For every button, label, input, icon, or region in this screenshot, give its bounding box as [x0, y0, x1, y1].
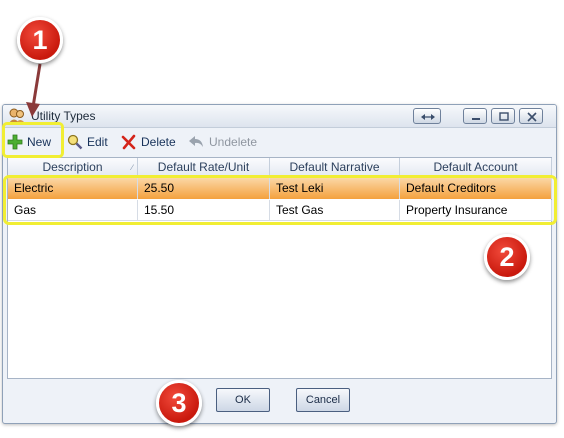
title-bar[interactable]: Utility Types: [3, 105, 556, 128]
window-title: Utility Types: [31, 109, 96, 123]
restore-down-button[interactable]: [413, 108, 441, 124]
minimize-icon: [472, 118, 480, 120]
undo-arrow-icon: [189, 136, 203, 147]
undelete-button[interactable]: Undelete: [187, 129, 257, 155]
delete-button[interactable]: Delete: [121, 129, 176, 155]
red-x-icon: [121, 134, 136, 150]
utility-types-window: Utility Types New Edit Delete Undelete D…: [2, 104, 557, 424]
step-badge-1: 1: [17, 17, 63, 63]
step-badge-2: 2: [484, 234, 530, 280]
highlight-new-button: [2, 122, 64, 158]
step-badge-3: 3: [156, 380, 202, 426]
undelete-label: Undelete: [209, 135, 258, 149]
maximize-button[interactable]: [491, 108, 515, 124]
edit-button[interactable]: Edit: [67, 129, 108, 155]
maximize-icon: [499, 112, 509, 121]
double-arrow-icon: [421, 114, 435, 120]
toolbar: New Edit Delete Undelete: [3, 129, 556, 155]
magnifier-icon: [67, 134, 83, 150]
highlight-rows: [3, 175, 557, 225]
minimize-button[interactable]: [463, 108, 487, 124]
edit-label: Edit: [87, 135, 108, 149]
close-button[interactable]: [519, 108, 543, 124]
cancel-button[interactable]: Cancel: [296, 388, 350, 412]
close-icon: [527, 112, 537, 122]
delete-label: Delete: [141, 135, 176, 149]
ok-button[interactable]: OK: [216, 388, 270, 412]
